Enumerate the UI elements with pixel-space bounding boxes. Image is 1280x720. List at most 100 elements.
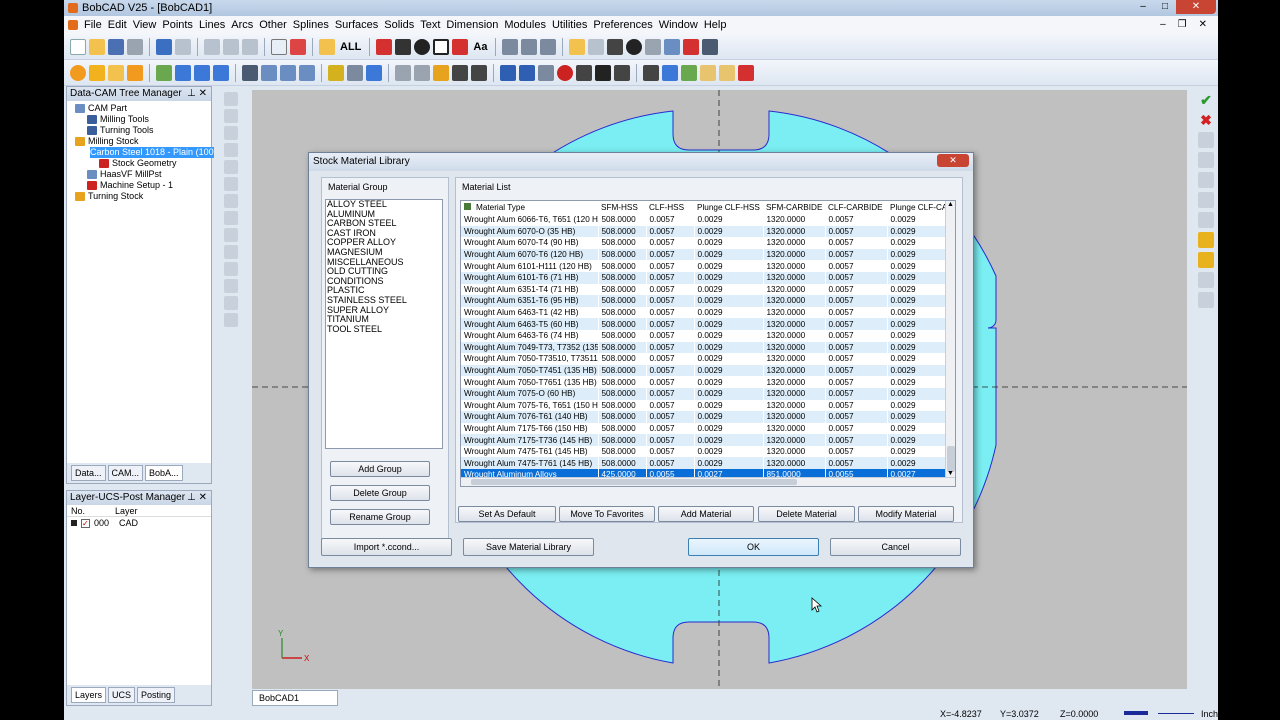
align-icon[interactable] [595,64,611,81]
draw-solid-icon[interactable] [224,279,238,293]
extrude-icon[interactable] [242,64,258,81]
layer-move-icon[interactable] [681,64,697,81]
tree-item[interactable]: CAM Part [67,103,211,114]
material-row[interactable]: Wrought Alum 6351-T6 (95 HB) 508.0000 0.00… [461,295,946,307]
measure-icon[interactable] [664,38,681,55]
tab-layers[interactable]: Layers [71,687,107,703]
text-style-button[interactable]: Aa [471,41,489,53]
layer-row[interactable]: ✓ 000 CAD [67,517,211,529]
select-filter-icon[interactable] [290,38,306,55]
color-icon[interactable] [376,38,393,55]
close-window-button[interactable]: ✕ [1176,0,1216,14]
material-row[interactable]: Wrought Alum 7175-T66 (150 HB) 508.0000 0.… [461,422,946,435]
import-ccond-button[interactable]: Import *.ccond... [321,538,452,556]
mdi-minimize-button[interactable]: – [1157,16,1169,34]
tab-posting[interactable]: Posting [137,687,176,703]
draw-arc-icon[interactable] [224,126,238,140]
extend-icon[interactable] [414,64,430,81]
paste-icon[interactable] [242,38,258,55]
current-line-style[interactable] [1158,713,1194,714]
material-row[interactable]: Wrought Alum 6101-T6 (71 HB) 508.0000 0.00… [461,271,946,284]
move-to-favorites-button[interactable]: Move To Favorites [559,506,655,522]
delete-group-button[interactable]: Delete Group [330,485,430,501]
line-style-icon[interactable] [395,38,412,55]
scroll-down-arrow-icon[interactable]: ▼ [947,470,954,477]
save-material-library-button[interactable]: Save Material Library [463,538,594,556]
menu-lines[interactable]: Lines [196,19,228,31]
maximize-button[interactable]: □ [1154,0,1176,14]
revolve-icon[interactable] [261,64,277,81]
minimize-button[interactable]: – [1132,0,1154,14]
tree-item[interactable]: Milling Tools [67,114,211,125]
material-row[interactable]: Wrought Alum 7475-T761 (145 HB) 508.0000 0… [461,457,946,470]
ungroup-icon[interactable] [662,64,678,81]
record-icon[interactable] [557,64,573,81]
col-plunge-clf-carbide[interactable]: Plunge CLF-CAR [887,201,945,214]
vertical-scroll-thumb[interactable] [947,446,955,472]
tab-ucs[interactable]: UCS [108,687,136,703]
solid-split-icon[interactable] [213,64,229,81]
material-row[interactable]: Wrought Alum 6463-T5 (60 HB) 508.0000 0.00… [461,318,946,330]
hatch-icon[interactable] [540,38,557,55]
material-row[interactable]: Wrought Alum 7075-O (60 HB) 508.0000 0.005… [461,387,946,400]
draw-ellipse-icon[interactable] [224,177,238,191]
undo-icon[interactable] [156,38,172,55]
menu-points[interactable]: Points [159,19,196,31]
col-clf-carbide[interactable]: CLF-CARBIDE [825,201,887,214]
modify-material-button[interactable]: Modify Material [858,506,954,522]
tree-item[interactable]: Milling Stock [67,136,211,147]
menu-modules[interactable]: Modules [501,19,549,31]
layer-visible-checkbox[interactable]: ✓ [81,518,90,528]
tree-item[interactable]: Carbon Steel 1018 - Plain (100 [67,147,214,158]
list-icon[interactable] [1198,152,1214,168]
menu-splines[interactable]: Splines [290,19,332,31]
pan-icon[interactable] [607,38,624,55]
open-folder-icon[interactable] [89,38,105,55]
tree-item[interactable]: HaasVF MillPst [67,169,211,180]
tab-cam[interactable]: CAM... [107,465,144,481]
material-row[interactable]: Wrought Alum 7076-T61 (140 HB) 508.0000 0.… [461,411,946,423]
tab-boba[interactable]: BobA... [145,465,183,481]
fillet-icon[interactable] [328,64,344,81]
ruler-icon[interactable] [1198,272,1214,288]
material-row[interactable]: Wrought Alum 7075-T6, T651 (150 HB) 508.0… [461,399,946,412]
scroll-up-arrow-icon[interactable]: ▲ [947,201,954,208]
menu-text[interactable]: Text [417,19,443,31]
menu-other[interactable]: Other [256,19,290,31]
ok-button[interactable]: OK [688,538,819,556]
delete-icon[interactable] [204,38,220,55]
draw-spline-icon[interactable] [224,160,238,174]
menu-edit[interactable]: Edit [105,19,130,31]
table-horizontal-scrollbar[interactable] [461,477,955,486]
trim-icon[interactable] [395,64,411,81]
rename-group-button[interactable]: Rename Group [330,509,430,525]
material-row[interactable]: Wrought Alum 6101-H111 (120 HB) 508.0000 0… [461,260,946,272]
mdi-restore-button[interactable]: ❐ [1175,16,1190,34]
tree-item[interactable]: Turning Tools [67,125,211,136]
view-cube-icon[interactable] [702,38,719,55]
mirror-icon[interactable] [576,64,592,81]
zoom-icon[interactable] [569,38,586,55]
material-row[interactable]: Wrought Alum 7050-T7451 (135 HB) 508.0000… [461,364,946,377]
spline-icon[interactable] [452,38,469,55]
mdi-close-button[interactable]: ✕ [1196,16,1210,34]
face-icon[interactable] [500,64,516,81]
notes-icon[interactable] [1198,232,1214,248]
cone-icon[interactable] [108,64,124,81]
menu-file[interactable]: File [81,19,105,31]
shade-icon[interactable] [645,38,662,55]
material-group-item[interactable]: TOOL STEEL [327,324,442,335]
column-chooser-icon[interactable] [464,203,471,210]
properties-icon[interactable] [1198,132,1214,148]
offset-icon[interactable] [471,64,487,81]
group-icon[interactable] [643,64,659,81]
transform-icon[interactable] [538,64,554,81]
layer-panel-pin-icon[interactable]: ⊥ ✕ [187,491,207,505]
settings-icon[interactable] [1198,212,1214,228]
draw-hatch-icon[interactable] [224,245,238,259]
draw-text-icon[interactable] [224,211,238,225]
material-group-list[interactable]: ALLOY STEEL ALUMINUM CARBON STEEL CAST IRON… [325,199,443,449]
menu-arcs[interactable]: Arcs [228,19,256,31]
tab-data[interactable]: Data... [71,465,106,481]
wireframe-icon[interactable] [224,313,238,327]
